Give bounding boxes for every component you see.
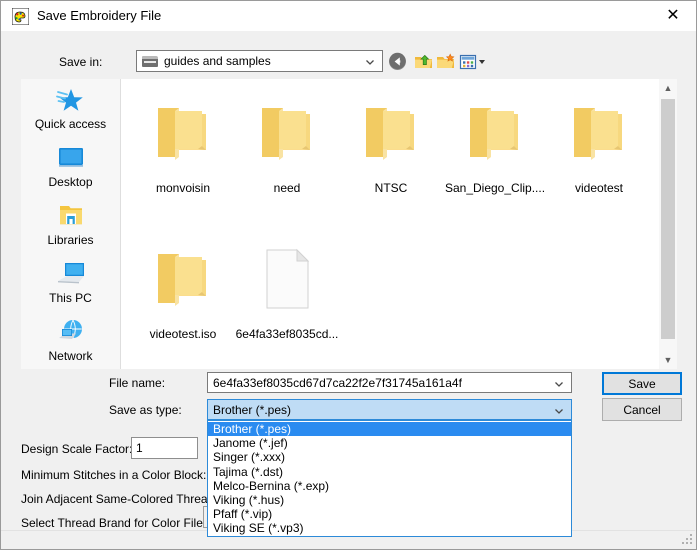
dropdown-option[interactable]: Viking SE (*.vp3) (208, 521, 571, 535)
chevron-down-icon (365, 56, 375, 66)
minimum-stitches-label: Minimum Stitches in a Color Block: (21, 468, 207, 482)
views-button[interactable] (459, 51, 489, 72)
scrollbar-thumb[interactable] (661, 99, 675, 339)
sidebar-item-libraries[interactable]: Libraries (21, 197, 120, 255)
file-name-label: 6e4fa33ef8035cd... (235, 327, 339, 341)
folder-icon (235, 85, 339, 181)
list-item[interactable]: videotest.iso (131, 231, 235, 356)
file-name-label: San_Diego_Clip.... (444, 181, 546, 195)
join-threads-label: Join Adjacent Same-Colored Threads (21, 492, 221, 506)
up-one-level-button[interactable] (413, 51, 434, 72)
file-name-label: monvoisin (155, 181, 211, 195)
dropdown-option[interactable]: Pfaff (*.vip) (208, 507, 571, 521)
file-list-scrollbar[interactable]: ▲ ▼ (658, 79, 677, 369)
chevron-down-icon[interactable] (554, 405, 564, 415)
save-embroidery-file-dialog: Save Embroidery File ✕ Save in: guides a… (0, 0, 697, 550)
sidebar-item-desktop[interactable]: Desktop (21, 139, 120, 197)
sidebar-item-quick-access[interactable]: Quick access (21, 81, 120, 139)
sidebar-item-this-pc[interactable]: This PC (21, 255, 120, 313)
folder-icon (131, 231, 235, 327)
sidebar-label: This PC (49, 291, 92, 305)
list-item[interactable]: 6e4fa33ef8035cd... (235, 231, 339, 356)
save-in-label: Save in: (59, 55, 103, 69)
thread-brand-label: Select Thread Brand for Color File (21, 516, 203, 530)
dropdown-option[interactable]: Brother (*.pes) (208, 422, 571, 437)
folder-icon (131, 85, 235, 181)
design-scale-factor-input[interactable] (131, 437, 198, 459)
list-item[interactable]: need (235, 85, 339, 210)
close-icon: ✕ (666, 7, 680, 24)
file-name-label: videotest (574, 181, 624, 195)
scroll-down-button[interactable]: ▼ (659, 351, 677, 369)
this-pc-computer-icon (54, 259, 88, 289)
chevron-down-icon: ▼ (663, 354, 673, 365)
save-in-combobox[interactable]: guides and samples (136, 50, 383, 72)
title-bar: Save Embroidery File ✕ (1, 1, 696, 31)
desktop-monitor-icon (54, 143, 88, 173)
list-item[interactable]: videotest (547, 85, 651, 210)
quick-access-star-icon (54, 85, 88, 115)
close-window-button[interactable]: ✕ (650, 1, 696, 31)
dropdown-option[interactable]: Tajima (*.dst) (208, 465, 571, 479)
save-as-type-label: Save as type: (109, 403, 182, 417)
sidebar-label: Desktop (48, 175, 93, 189)
window-title: Save Embroidery File (37, 8, 162, 23)
network-globe-icon (54, 317, 88, 347)
list-item[interactable]: NTSC (339, 85, 443, 210)
scroll-up-button[interactable]: ▲ (659, 79, 677, 97)
list-item[interactable]: San_Diego_Clip.... (443, 85, 547, 210)
file-list-pane: monvoisin need NTSC San_Diego_Clip.... v… (121, 79, 677, 369)
file-list[interactable]: monvoisin need NTSC San_Diego_Clip.... v… (121, 79, 658, 369)
resize-grip[interactable] (681, 534, 693, 546)
file-name-label: NTSC (374, 181, 408, 195)
cancel-button[interactable]: Cancel (602, 398, 682, 421)
file-name-combobox[interactable]: 6e4fa33ef8035cd67d7ca22f2e7f31745a161a4f (207, 372, 572, 393)
save-in-value: guides and samples (164, 54, 271, 68)
new-folder-button[interactable] (435, 51, 456, 72)
save-as-type-dropdown-list[interactable]: Brother (*.pes) Janome (*.jef) Singer (*… (207, 420, 572, 537)
libraries-folder-icon (54, 201, 88, 231)
document-icon (235, 231, 339, 327)
embroidery-palette-icon (11, 7, 30, 26)
sidebar-label: Quick access (34, 117, 107, 131)
sidebar-item-network[interactable]: Network (21, 313, 120, 371)
folder-icon (547, 85, 651, 181)
dropdown-option[interactable]: Singer (*.xxx) (208, 450, 571, 464)
folder-icon (339, 85, 443, 181)
folder-icon (443, 85, 547, 181)
dropdown-option[interactable]: Viking (*.hus) (208, 493, 571, 507)
places-sidebar: Quick access Desktop Libraries This PC N… (21, 79, 121, 369)
chevron-down-icon[interactable] (554, 378, 564, 388)
save-as-type-combobox[interactable]: Brother (*.pes) (207, 399, 572, 420)
sidebar-label: Libraries (47, 233, 94, 247)
file-name-label: videotest.iso (149, 327, 217, 341)
design-scale-factor-label: Design Scale Factor: (21, 442, 133, 456)
sidebar-label: Network (48, 349, 93, 363)
dropdown-option[interactable]: Melco-Bernina (*.exp) (208, 479, 571, 493)
chevron-up-icon: ▲ (663, 82, 673, 93)
folder-icon (142, 55, 158, 68)
save-button[interactable]: Save (602, 372, 682, 395)
list-item[interactable]: monvoisin (131, 85, 235, 210)
file-name-label: File name: (109, 376, 166, 390)
back-button[interactable] (387, 51, 408, 72)
file-name-value: 6e4fa33ef8035cd67d7ca22f2e7f31745a161a4f (213, 375, 462, 390)
file-name-label: need (273, 181, 301, 195)
dropdown-option[interactable]: Janome (*.jef) (208, 436, 571, 450)
save-as-type-value: Brother (*.pes) (213, 402, 292, 417)
